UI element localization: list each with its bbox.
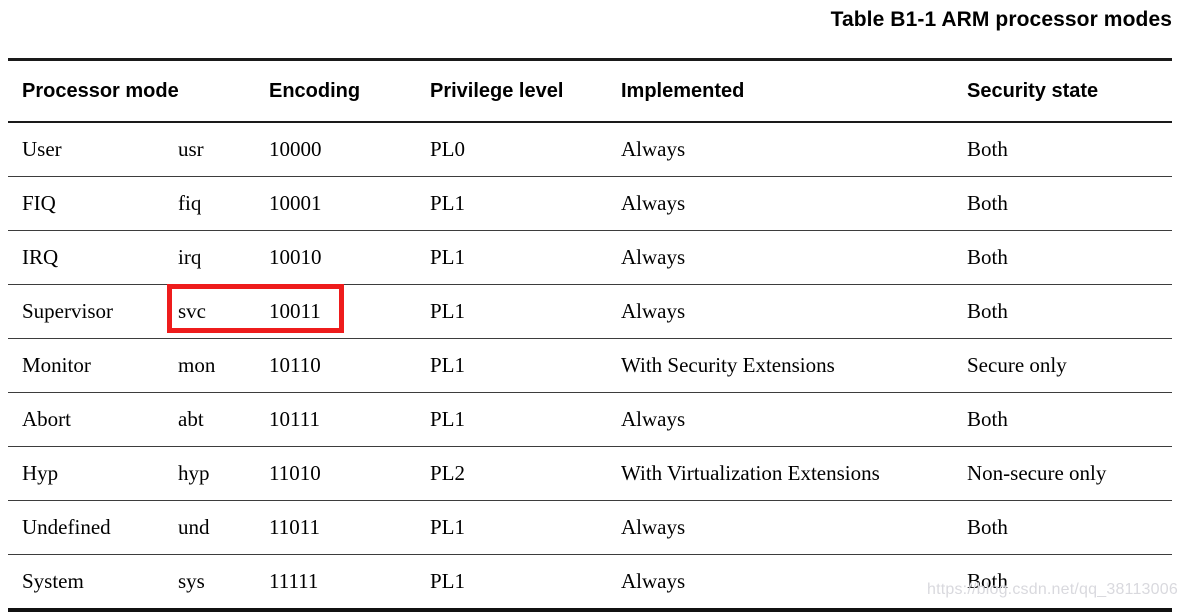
cell-implemented: Always	[608, 500, 954, 555]
cell-abbr: sys	[164, 554, 258, 611]
cell-mode: IRQ	[8, 230, 164, 285]
table-row: Monitor mon 10110 PL1 With Security Extensio…	[8, 338, 1172, 393]
cell-implemented: With Virtualization Extensions	[608, 446, 954, 501]
cell-encoding: 11011	[258, 500, 418, 555]
cell-privilege: PL1	[418, 284, 608, 339]
cell-abbr: hyp	[164, 446, 258, 501]
cell-security: Both	[954, 122, 1172, 177]
cell-implemented: Always	[608, 230, 954, 285]
watermark: https://blog.csdn.net/qq_38113006	[927, 581, 1178, 598]
cell-privilege: PL1	[418, 176, 608, 231]
cell-implemented: Always	[608, 554, 954, 611]
cell-security: Both	[954, 284, 1172, 339]
cell-implemented: With Security Extensions	[608, 338, 954, 393]
cell-encoding: 10011	[258, 284, 418, 339]
cell-mode: Hyp	[8, 446, 164, 501]
table-row: IRQ irq 10010 PL1 Always Both	[8, 230, 1172, 285]
cell-abbr: abt	[164, 392, 258, 447]
cell-mode: FIQ	[8, 176, 164, 231]
column-header-implemented: Implemented	[608, 61, 954, 123]
cell-security: Secure only	[954, 338, 1172, 393]
cell-security: Both	[954, 392, 1172, 447]
cell-security: Both	[954, 230, 1172, 285]
cell-mode: Monitor	[8, 338, 164, 393]
cell-mode: User	[8, 122, 164, 177]
table-row: Supervisor svc 10011 PL1 Always Both	[8, 284, 1172, 339]
cell-mode: Supervisor	[8, 284, 164, 339]
cell-encoding: 10001	[258, 176, 418, 231]
cell-abbr: usr	[164, 122, 258, 177]
cell-privilege: PL1	[418, 500, 608, 555]
cell-implemented: Always	[608, 284, 954, 339]
table-row: Abort abt 10111 PL1 Always Both	[8, 392, 1172, 447]
cell-abbr: mon	[164, 338, 258, 393]
table-row: Undefined und 11011 PL1 Always Both	[8, 500, 1172, 555]
cell-mode: System	[8, 554, 164, 611]
table-row: FIQ fiq 10001 PL1 Always Both	[8, 176, 1172, 231]
cell-mode: Undefined	[8, 500, 164, 555]
column-header-security-state: Security state	[954, 61, 1172, 123]
column-header-privilege-level: Privilege level	[418, 61, 608, 123]
cell-implemented: Always	[608, 122, 954, 177]
cell-privilege: PL1	[418, 392, 608, 447]
cell-security: Non-secure only	[954, 446, 1172, 501]
cell-security: Both	[954, 500, 1172, 555]
cell-implemented: Always	[608, 176, 954, 231]
cell-encoding: 10110	[258, 338, 418, 393]
cell-privilege: PL2	[418, 446, 608, 501]
cell-encoding: 10000	[258, 122, 418, 177]
cell-privilege: PL1	[418, 554, 608, 611]
table-caption: Table B1-1 ARM processor modes	[830, 8, 1172, 31]
table-row: User usr 10000 PL0 Always Both	[8, 122, 1172, 177]
cell-implemented: Always	[608, 392, 954, 447]
column-header-encoding: Encoding	[258, 61, 418, 123]
cell-privilege: PL0	[418, 122, 608, 177]
cell-mode: Abort	[8, 392, 164, 447]
cell-abbr: fiq	[164, 176, 258, 231]
cell-privilege: PL1	[418, 230, 608, 285]
cell-security: Both	[954, 176, 1172, 231]
table-header-row: Processor mode Encoding Privilege level …	[8, 61, 1172, 123]
cell-privilege: PL1	[418, 338, 608, 393]
cell-encoding: 11010	[258, 446, 418, 501]
cell-encoding: 10111	[258, 392, 418, 447]
cell-abbr: und	[164, 500, 258, 555]
cell-encoding: 10010	[258, 230, 418, 285]
cell-abbr: svc	[164, 284, 258, 339]
table-row: Hyp hyp 11010 PL2 With Virtualization Extens…	[8, 446, 1172, 501]
arm-processor-modes-table: Processor mode Encoding Privilege level …	[8, 58, 1172, 612]
cell-abbr: irq	[164, 230, 258, 285]
cell-encoding: 11111	[258, 554, 418, 611]
column-header-processor-mode: Processor mode	[8, 61, 179, 123]
